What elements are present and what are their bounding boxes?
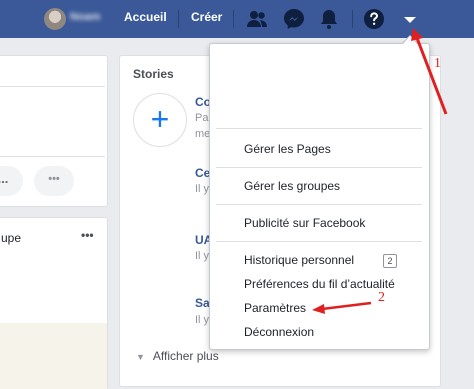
story-name[interactable]: Sa [195,296,210,310]
friends-icon[interactable] [245,7,269,31]
account-menu-icon[interactable] [398,7,422,31]
help-icon[interactable] [362,7,386,31]
add-story-button[interactable]: + [133,93,187,147]
nav-home-link[interactable]: Accueil [124,10,167,24]
composer-card: ... ••• [0,55,108,207]
story-subtext: Il y [195,183,210,195]
more-options-button[interactable]: ••• [34,166,74,196]
annotation-label-1: 1 [434,56,441,71]
triangle-down-icon: ▼ [136,352,145,362]
menu-item-settings[interactable]: Paramètres [244,301,306,315]
nav-create-link[interactable]: Créer [191,10,222,24]
top-navigation-bar: Noam Accueil Créer [0,0,474,38]
group-card-image[interactable] [0,323,107,389]
composer-option-button[interactable]: ... [0,166,23,196]
account-dropdown-menu: Gérer les Pages Gérer les groupes Public… [209,43,430,350]
divider [0,86,105,87]
plus-icon: + [150,101,170,137]
menu-divider [216,128,422,129]
menu-item-manage-pages[interactable]: Gérer les Pages [244,142,331,156]
story-subtext: Il y [195,250,210,262]
nav-separator [178,10,179,28]
menu-item-facebook-ads[interactable]: Publicité sur Facebook [244,216,365,230]
menu-item-logout[interactable]: Déconnexion [244,325,314,339]
profile-avatar[interactable] [44,8,66,30]
menu-divider [216,167,422,168]
messenger-icon[interactable] [282,7,306,31]
menu-caret-fill [403,36,417,44]
show-more-link[interactable]: ▼ Afficher plus [136,349,219,363]
profile-name[interactable]: Noam [70,11,114,25]
story-subtext: Il y [195,314,210,326]
group-card: upe ••• [0,217,108,389]
story-subtext: Pa [195,112,209,124]
stories-title: Stories [133,67,174,81]
show-more-label: Afficher plus [152,349,219,363]
annotation-label-2: 2 [378,290,385,305]
group-card-menu-icon[interactable]: ••• [81,228,94,242]
menu-divider [216,241,422,242]
divider [0,156,105,157]
nav-separator [233,10,234,28]
menu-divider [216,204,422,205]
notifications-icon[interactable] [317,7,341,31]
nav-separator [352,10,353,28]
menu-item-activity-log[interactable]: Historique personnel [244,253,354,267]
activity-log-count-badge: 2 [383,254,397,268]
group-card-text: upe [1,231,22,245]
menu-item-news-feed-preferences[interactable]: Préférences du fil d’actualité [244,277,395,291]
story-subtext: me [195,128,211,140]
menu-item-manage-groups[interactable]: Gérer les groupes [244,179,340,193]
